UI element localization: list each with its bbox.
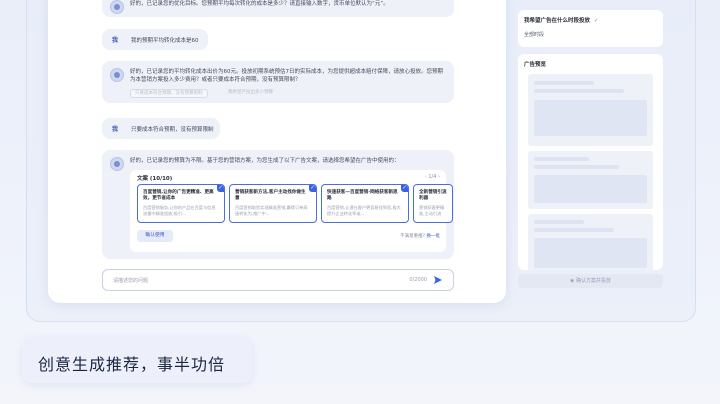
assistant-avatar-icon (110, 68, 124, 82)
placeholder-line (534, 165, 619, 169)
copy-card-title: 营销获客新方法,客户主动找你做生意 (235, 190, 306, 201)
copy-card-title: 百度营销,让你的广告更精准、更高效，更节省成本 (143, 190, 214, 201)
copy-card-title: 快速获客—百度营销·网络获客新思路 (327, 190, 398, 201)
schedule-question: 我希望广告在什么时段投放 ✓ (524, 16, 599, 24)
chat-input-bar[interactable]: 请描述您的问题 0/2000 (102, 269, 454, 291)
placeholder-line (534, 81, 594, 85)
checkbox-checked-icon[interactable]: ✓ (217, 185, 224, 192)
assistant-message-text: 好的，已记录您的优化目标。您预期平均每次转化的成本是多少？请直接输入数字，货币单… (130, 1, 389, 7)
schedule-question-card: 我希望广告在什么时段投放 ✓ 全部时段 (518, 10, 663, 47)
copy-card-body: 百度营销,让潜在客户更容易找到您,极大提升企业转化率或... (327, 205, 401, 216)
regenerate-label: 不满意重推? (400, 234, 426, 239)
assistant-message: 好的，已记录您的平均转化成本出价为60元。投放初期系统预估7日的实际成本，为您提… (102, 61, 454, 103)
assistant-message-text: 好的，已记录您的预算为不限。基于您的营销方案，为您生成了以下广告文案，请选择您希… (130, 158, 400, 164)
copy-card-body: 百度营销助您实现精准营销,赢得订单高速转化为,推广中... (235, 205, 308, 216)
char-counter: 0/2000 (409, 277, 427, 283)
confirm-icon: ◉ (570, 278, 575, 284)
confirm-use-button[interactable]: 确认使用 (137, 230, 173, 242)
schedule-answer: 全部时段 (524, 32, 545, 38)
user-avatar: 我 (112, 126, 119, 133)
quick-reply-chip[interactable]: 只要成本符合预期，没有预算限制 (130, 89, 208, 98)
page-indicator: 1/4 (428, 174, 437, 180)
placeholder-line (534, 157, 589, 161)
copy-pager: ‹ 1/4 › (425, 174, 440, 180)
ad-preview-title: 广告预览 (524, 62, 547, 68)
check-icon: ✓ (594, 18, 599, 24)
copy-card-body: 营销获客更精准,主动引流 (419, 205, 445, 216)
user-message: 我 只要成本符合预期，没有预算限制 (102, 118, 220, 139)
chevron-left-icon[interactable]: ‹ (425, 174, 427, 180)
user-message-text: 我的预期平均转化成本是60 (131, 38, 199, 44)
ad-copy-selector: 文案 (10/10) ‹ 1/4 › ✓ 百度营销,让你的广告更精准、更高效，更… (130, 170, 453, 252)
preview-placeholder-card (528, 214, 653, 270)
slogan-text: 创意生成推荐，事半功倍 (38, 355, 226, 374)
checkbox-checked-icon[interactable]: ✓ (309, 185, 316, 192)
preview-placeholder-card (528, 151, 653, 209)
schedule-question-text: 我希望广告在什么时段投放 (524, 18, 591, 24)
user-message: 我 我的预期平均转化成本是60 (102, 29, 208, 50)
assistant-message: 好的，已记录您的优化目标。您预期平均每次转化的成本是多少？请直接输入数字，货币单… (102, 0, 454, 17)
swap-batch-link[interactable]: 换一批 (427, 234, 441, 239)
assistant-message: 好的，已记录您的预算为不限。基于您的营销方案，为您生成了以下广告文案，请选择您希… (102, 150, 454, 259)
chevron-right-icon[interactable]: › (438, 174, 440, 180)
assistant-avatar-icon (110, 0, 124, 14)
copy-card-body: 百度营销服务,让你的产品在百度与信息流量中精准投放,吸引... (143, 205, 216, 216)
copy-card[interactable]: ✓ 百度营销,让你的广告更精准、更高效，更节省成本 百度营销服务,让你的产品在百… (137, 184, 225, 223)
placeholder-line (534, 220, 584, 224)
user-avatar: 我 (112, 37, 119, 44)
assistant-avatar-icon (110, 157, 124, 171)
placeholder-line (534, 228, 614, 232)
confirm-and-launch-button[interactable]: ◉ 确认方案并投放 (518, 274, 663, 288)
quick-reply-chip[interactable]: 我希望产投出多少预算 (224, 89, 277, 98)
chat-input-placeholder[interactable]: 请描述您的问题 (113, 277, 148, 284)
copy-card[interactable]: ✓ 营销获客新方法,客户主动找你做生意 百度营销助您实现精准营销,赢得订单高速转… (229, 184, 317, 223)
preview-placeholder-card (528, 74, 653, 146)
placeholder-image (534, 175, 647, 203)
assistant-message-text: 好的，已记录您的平均转化成本出价为60元。投放初期系统预估7日的实际成本，为您提… (130, 69, 444, 83)
copy-card-title: 全新营销引流利器 (419, 190, 447, 201)
placeholder-image (534, 100, 647, 136)
placeholder-line (534, 89, 624, 93)
regenerate-hint: 不满意重推? 换一批 (400, 233, 440, 239)
slogan-banner: 创意生成推荐，事半功倍 (22, 338, 252, 383)
copy-card[interactable]: 全新营销引流利器 营销获客更精准,主动引流 (413, 184, 453, 223)
checkbox-checked-icon[interactable]: ✓ (401, 185, 408, 192)
placeholder-image (534, 238, 647, 268)
confirm-and-launch-label: 确认方案并投放 (575, 278, 611, 284)
send-icon[interactable] (433, 275, 443, 285)
copy-count-title: 文案 (10/10) (137, 176, 173, 182)
copy-card[interactable]: ✓ 快速获客—百度营销·网络获客新思路 百度营销,让潜在客户更容易找到您,极大提… (321, 184, 409, 223)
ad-preview-panel: 广告预览 (518, 54, 663, 270)
user-message-text: 只要成本符合预期，没有预算限制 (131, 127, 214, 133)
